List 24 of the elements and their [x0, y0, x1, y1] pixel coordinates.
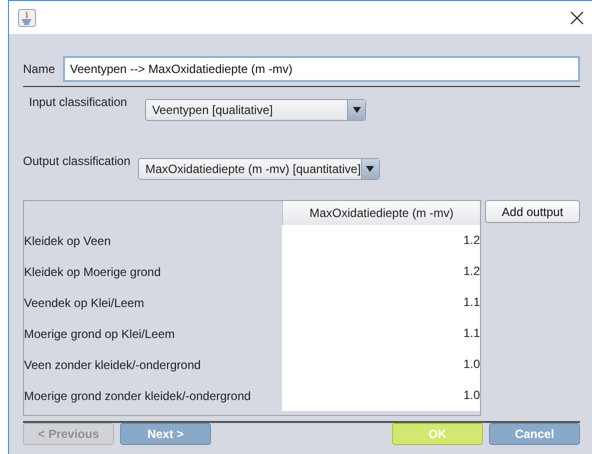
caret-icon	[352, 107, 361, 113]
row-label: Moerige grond op Klei/Leem	[24, 326, 176, 340]
row-label: Kleidek op Veen	[24, 234, 112, 248]
column-header: MaxOxidatiediepte (m -mv)	[282, 200, 480, 226]
table-cell[interactable]: 1.1	[282, 318, 480, 349]
input-classification-label: Input classification	[29, 95, 128, 109]
caret-icon	[366, 166, 374, 172]
table-cell[interactable]: 1.2	[282, 225, 480, 256]
add-output-button[interactable]: Add outtput	[485, 200, 580, 223]
row-label: Kleidek op Moerige grond	[24, 264, 162, 278]
name-field[interactable]: Veentypen --> MaxOxidatiediepte (m -mv)	[63, 56, 580, 82]
row-label: Moerige grond zonder kleidek/-ondergrond	[24, 388, 252, 402]
java-app-icon	[18, 8, 36, 26]
name-label: Name	[23, 62, 56, 76]
table-cell[interactable]: 1.0	[282, 349, 480, 380]
row-label: Veendek op Klei/Leem	[24, 296, 146, 310]
table-cell[interactable]: 1.1	[282, 287, 480, 318]
row-label: Veen zonder kleidek/-ondergrond	[24, 358, 202, 372]
close-icon[interactable]	[570, 10, 584, 24]
input-classification-dropdown[interactable]: Veentypen [qualitative]	[145, 99, 366, 121]
table-cell[interactable]: 1.0	[282, 380, 480, 411]
table-cell[interactable]: 1.2	[282, 256, 480, 287]
output-classification-label: Output classification	[23, 154, 130, 168]
output-classification-dropdown[interactable]: MaxOxidatiediepte (m -mv) [quantitative]	[138, 158, 380, 180]
